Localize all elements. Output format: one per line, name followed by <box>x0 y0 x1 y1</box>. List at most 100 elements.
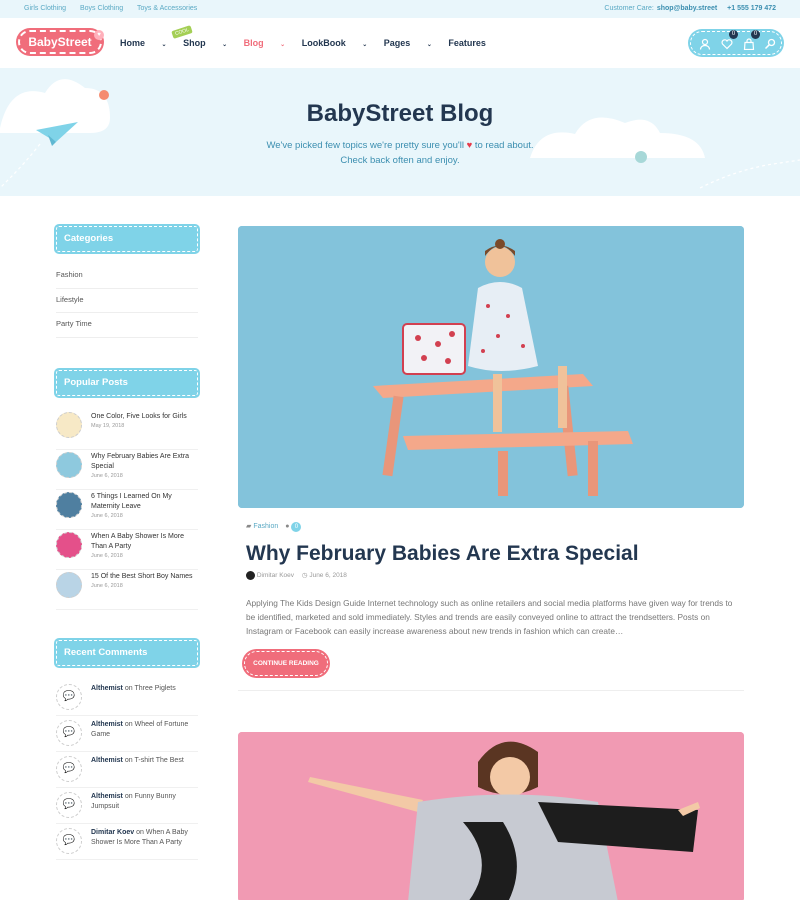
post-thumbnail[interactable] <box>56 411 82 438</box>
chevron-down-icon: ⌄ <box>222 42 228 48</box>
customer-care-phone[interactable]: +1 555 179 472 <box>727 5 776 12</box>
heart-icon[interactable] <box>721 38 733 50</box>
search-icon[interactable] <box>764 38 776 50</box>
popular-post-date: June 6, 2018 <box>91 582 123 589</box>
topbar-link-toys[interactable]: Toys & Accessories <box>137 5 197 12</box>
category-item[interactable]: Party Time <box>56 313 198 338</box>
post-byline: Dimitar Koev ◷ June 6, 2018 <box>246 571 347 580</box>
nav-blog[interactable]: Blog ⌄ <box>244 38 286 48</box>
comment-bubble-icon: 💬 <box>56 719 82 746</box>
nav-lookbook[interactable]: LookBook ⌄ <box>302 38 368 48</box>
comment-item: 💬 Althemist on Funny Bunny Jumpsuit <box>56 788 198 824</box>
post-category[interactable]: Fashion <box>253 523 278 530</box>
blog-hero: BabyStreet Blog We've picked few topics … <box>0 68 800 196</box>
nav-home[interactable]: Home ⌄ <box>120 38 167 48</box>
topbar-links: Girls Clothing Boys Clothing Toys & Acce… <box>24 5 209 12</box>
popular-post-title[interactable]: 15 Of the Best Short Boy Names <box>91 572 201 582</box>
popular-post-title[interactable]: 6 Things I Learned On My Maternity Leave <box>91 492 201 512</box>
comment-post-link[interactable]: T-shirt The Best <box>134 757 183 764</box>
popular-post-item[interactable]: Why February Babies Are Extra Special Ju… <box>56 450 198 490</box>
hero-subtitle-line1a: We've picked few topics we're pretty sur… <box>266 140 464 151</box>
category-item[interactable]: Fashion <box>56 264 198 289</box>
nav-shop[interactable]: Shop ⌄ <box>183 38 227 48</box>
comment-author[interactable]: Althemist <box>91 793 123 800</box>
hero-subtitle-line1b: to read about. <box>474 140 534 151</box>
comment-author[interactable]: Althemist <box>91 757 123 764</box>
comment-item: 💬 Dimitar Koev on When A Baby Shower Is … <box>56 824 198 860</box>
post-excerpt: Applying The Kids Design Guide Internet … <box>246 598 733 636</box>
popular-post-item[interactable]: One Color, Five Looks for Girls May 19, … <box>56 410 198 450</box>
customer-care-email[interactable]: shop@baby.street <box>657 5 717 12</box>
post-featured-image-2[interactable] <box>238 732 744 900</box>
comment-on: on <box>124 756 133 764</box>
site-logo[interactable]: BabyStreet <box>18 30 102 54</box>
folder-icon: ▰ <box>246 523 252 530</box>
post-title[interactable]: Why February Babies Are Extra Special <box>246 542 639 566</box>
chevron-down-icon: ⌄ <box>426 42 432 48</box>
popular-post-item[interactable]: 6 Things I Learned On My Maternity Leave… <box>56 490 198 530</box>
header-icons: 0 0 <box>690 30 782 55</box>
comment-text: Althemist on T-shirt The Best <box>91 756 201 766</box>
wishlist-count-badge: 0 <box>729 30 738 39</box>
comment-text: Althemist on Wheel of Fortune Game <box>91 720 201 740</box>
continue-reading-button[interactable]: CONTINUE READING <box>244 651 328 676</box>
recent-comments-list: 💬 Althemist on Three Piglets 💬 Althemist… <box>56 680 198 860</box>
popular-post-date: May 19, 2018 <box>91 422 125 429</box>
comment-icon: ● <box>285 523 290 530</box>
popular-post-item[interactable]: 15 Of the Best Short Boy Names June 6, 2… <box>56 570 198 610</box>
post-thumbnail[interactable] <box>56 531 82 558</box>
popular-posts-title: Popular Posts <box>56 369 198 396</box>
nav-pages[interactable]: Pages ⌄ <box>384 38 432 48</box>
comment-text: Dimitar Koev on When A Baby Shower Is Mo… <box>91 828 201 848</box>
comment-post-link[interactable]: Three Piglets <box>134 685 175 692</box>
popular-post-title[interactable]: Why February Babies Are Extra Special <box>91 452 201 472</box>
comment-bubble-icon: 💬 <box>56 827 82 854</box>
hero-subtitle: We've picked few topics we're pretty sur… <box>0 138 800 168</box>
comment-author[interactable]: Dimitar Koev <box>91 829 134 836</box>
comment-on: on <box>124 684 133 692</box>
comment-author[interactable]: Althemist <box>91 721 123 728</box>
post-date: June 6, 2018 <box>309 572 347 580</box>
popular-post-title[interactable]: When A Baby Shower Is More Than A Party <box>91 532 201 552</box>
hero-subtitle-line2: Check back often and enjoy. <box>340 155 460 166</box>
post-image-illustration <box>238 226 744 508</box>
post-thumbnail[interactable] <box>56 571 82 598</box>
nav-features[interactable]: Features <box>448 38 486 48</box>
comment-author[interactable]: Althemist <box>91 685 123 692</box>
category-item[interactable]: Lifestyle <box>56 289 198 313</box>
popular-post-item[interactable]: When A Baby Shower Is More Than A Party … <box>56 530 198 570</box>
comment-on: on <box>124 792 133 800</box>
logo-heart-icon: ♥ <box>94 30 104 40</box>
heart-icon: ♥ <box>466 140 473 151</box>
chevron-down-icon: ⌄ <box>362 42 368 48</box>
popular-post-date: June 6, 2018 <box>91 512 123 519</box>
post-thumbnail[interactable] <box>56 451 82 478</box>
comment-item: 💬 Althemist on Wheel of Fortune Game <box>56 716 198 752</box>
hero-decoration <box>0 79 800 189</box>
topbar-link-boys[interactable]: Boys Clothing <box>80 5 123 12</box>
comment-bubble-icon: 💬 <box>56 791 82 818</box>
comment-count-badge[interactable]: 0 <box>291 522 302 532</box>
sidebar: Categories Fashion Lifestyle Party Time … <box>56 226 198 860</box>
clock-icon: ◷ <box>301 572 308 580</box>
bag-icon[interactable] <box>743 38 755 51</box>
comment-item: 💬 Althemist on Three Piglets <box>56 680 198 716</box>
customer-care-label: Customer Care: <box>604 5 654 12</box>
post-author[interactable]: Dimitar Koev <box>257 572 294 579</box>
comment-on: on <box>136 828 144 836</box>
post-meta: ▰ Fashion ● 0 <box>246 522 302 532</box>
post-thumbnail[interactable] <box>56 491 82 518</box>
user-icon[interactable] <box>699 38 711 50</box>
site-header: BabyStreet ♥ COOL Home ⌄ Shop ⌄ Blog ⌄ L… <box>0 18 800 68</box>
author-avatar <box>246 571 255 580</box>
category-list: Fashion Lifestyle Party Time <box>56 264 198 338</box>
comment-text: Althemist on Three Piglets <box>91 684 201 694</box>
popular-posts-list: One Color, Five Looks for Girls May 19, … <box>56 410 198 610</box>
topbar-link-girls[interactable]: Girls Clothing <box>24 5 66 12</box>
popular-post-date: June 6, 2018 <box>91 472 123 479</box>
popular-post-title[interactable]: One Color, Five Looks for Girls <box>91 412 201 422</box>
cart-count-badge: 0 <box>751 30 760 39</box>
page-title: BabyStreet Blog <box>306 100 494 127</box>
main-nav: Home ⌄ Shop ⌄ Blog ⌄ LookBook ⌄ Pages ⌄ … <box>120 38 500 48</box>
post-featured-image[interactable] <box>238 226 744 508</box>
